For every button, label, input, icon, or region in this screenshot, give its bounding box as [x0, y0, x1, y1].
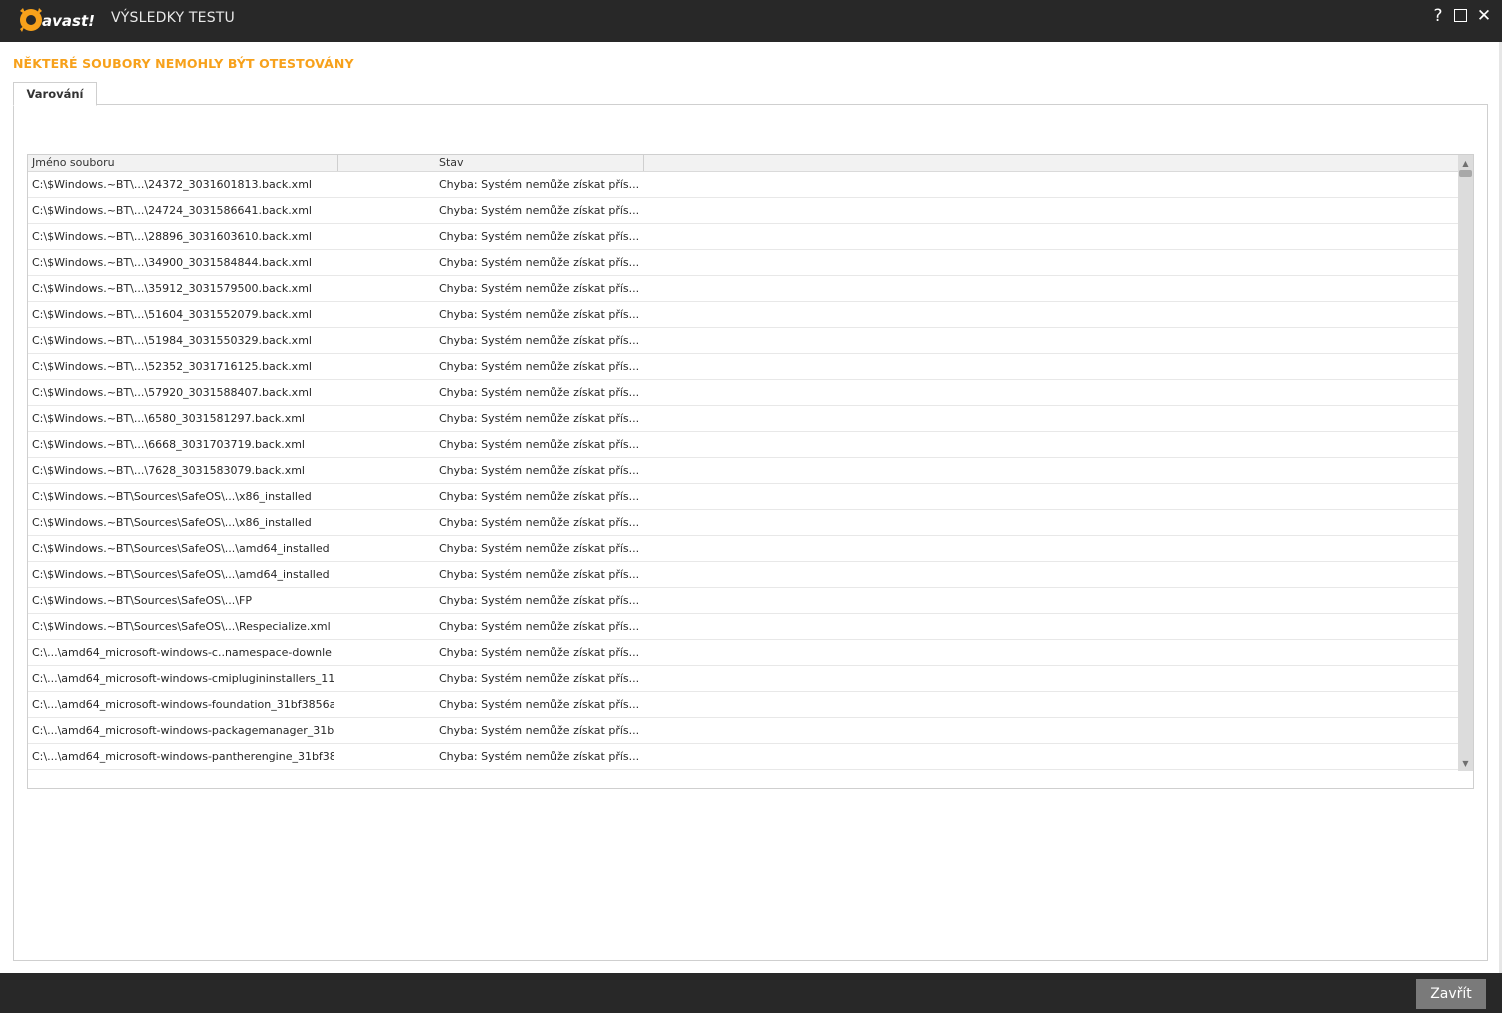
column-header-status[interactable]: Stav: [338, 155, 644, 171]
table-row[interactable]: C:\$Windows.~BT\...\34900_3031584844.bac…: [28, 250, 1458, 276]
cell-status: Chyba: Systém nemůže získat přís...: [439, 308, 639, 321]
cell-filename: C:\...\amd64_microsoft-windows-cmiplugin…: [32, 672, 334, 685]
cell-status: Chyba: Systém nemůže získat přís...: [439, 750, 639, 763]
cell-status: Chyba: Systém nemůže získat přís...: [439, 360, 639, 373]
table-row[interactable]: C:\$Windows.~BT\...\35912_3031579500.bac…: [28, 276, 1458, 302]
avast-logo: avast!: [20, 8, 95, 32]
cell-filename: C:\$Windows.~BT\...\34900_3031584844.bac…: [32, 256, 312, 269]
table-row[interactable]: C:\$Windows.~BT\...\52352_3031716125.bac…: [28, 354, 1458, 380]
results-window: avast! VÝSLEDKY TESTU ? ✕ NĚKTERÉ SOUBOR…: [0, 0, 1502, 1013]
table-row[interactable]: C:\$Windows.~BT\Sources\SafeOS\...\amd64…: [28, 562, 1458, 588]
cell-filename: C:\...\amd64_microsoft-windows-packagema…: [32, 724, 334, 737]
table-row[interactable]: C:\...\amd64_microsoft-windows-pantheren…: [28, 744, 1458, 770]
title-bar[interactable]: avast! VÝSLEDKY TESTU ? ✕: [0, 0, 1502, 42]
cell-status: Chyba: Systém nemůže získat přís...: [439, 386, 639, 399]
window-title: VÝSLEDKY TESTU: [111, 10, 236, 26]
cell-filename: C:\...\amd64_microsoft-windows-c..namesp…: [32, 646, 332, 659]
cell-status: Chyba: Systém nemůže získat přís...: [439, 698, 639, 711]
list-header: Jméno souboru Stav: [28, 155, 1458, 172]
cell-filename: C:\$Windows.~BT\Sources\SafeOS\...\amd64…: [32, 568, 330, 581]
cell-filename: C:\$Windows.~BT\...\35912_3031579500.bac…: [32, 282, 312, 295]
cell-status: Chyba: Systém nemůže získat přís...: [439, 256, 639, 269]
brand-text: avast!: [42, 12, 95, 30]
cell-status: Chyba: Systém nemůže získat přís...: [439, 412, 639, 425]
cell-filename: C:\$Windows.~BT\...\57920_3031588407.bac…: [32, 386, 312, 399]
cell-status: Chyba: Systém nemůže získat přís...: [439, 594, 639, 607]
cell-filename: C:\$Windows.~BT\...\51604_3031552079.bac…: [32, 308, 312, 321]
table-row[interactable]: C:\$Windows.~BT\...\28896_3031603610.bac…: [28, 224, 1458, 250]
scroll-up-arrow-icon[interactable]: ▲: [1458, 157, 1473, 170]
help-icon[interactable]: ?: [1428, 5, 1448, 27]
list-rows: C:\$Windows.~BT\...\24372_3031601813.bac…: [28, 172, 1458, 770]
cell-status: Chyba: Systém nemůže získat přís...: [439, 724, 639, 737]
cell-status: Chyba: Systém nemůže získat přís...: [439, 464, 639, 477]
table-row[interactable]: C:\$Windows.~BT\Sources\SafeOS\...\amd64…: [28, 536, 1458, 562]
maximize-icon[interactable]: [1450, 5, 1470, 27]
cell-filename: C:\$Windows.~BT\...\51984_3031550329.bac…: [32, 334, 312, 347]
cell-filename: C:\$Windows.~BT\...\52352_3031716125.bac…: [32, 360, 312, 373]
cell-filename: C:\...\amd64_microsoft-windows-pantheren…: [32, 750, 334, 763]
column-header-filename[interactable]: Jméno souboru: [28, 155, 338, 171]
table-row[interactable]: C:\...\amd64_microsoft-windows-cmiplugin…: [28, 666, 1458, 692]
table-row[interactable]: C:\$Windows.~BT\...\51604_3031552079.bac…: [28, 302, 1458, 328]
cell-filename: C:\$Windows.~BT\...\24724_3031586641.bac…: [32, 204, 312, 217]
cell-status: Chyba: Systém nemůže získat přís...: [439, 672, 639, 685]
close-icon[interactable]: ✕: [1474, 5, 1494, 27]
table-row[interactable]: C:\$Windows.~BT\Sources\SafeOS\...\x86_i…: [28, 510, 1458, 536]
page-title: NĚKTERÉ SOUBORY NEMOHLY BÝT OTESTOVÁNY: [13, 56, 354, 71]
cell-status: Chyba: Systém nemůže získat přís...: [439, 490, 639, 503]
table-row[interactable]: C:\$Windows.~BT\...\6580_3031581297.back…: [28, 406, 1458, 432]
cell-status: Chyba: Systém nemůže získat přís...: [439, 568, 639, 581]
cell-filename: C:\$Windows.~BT\Sources\SafeOS\...\x86_i…: [32, 516, 312, 529]
cell-filename: C:\$Windows.~BT\...\7628_3031583079.back…: [32, 464, 305, 477]
table-row[interactable]: C:\$Windows.~BT\...\6668_3031703719.back…: [28, 432, 1458, 458]
table-row[interactable]: C:\$Windows.~BT\...\57920_3031588407.bac…: [28, 380, 1458, 406]
vertical-scrollbar[interactable]: ▲ ▼: [1458, 155, 1473, 771]
cell-filename: C:\$Windows.~BT\Sources\SafeOS\...\Respe…: [32, 620, 331, 633]
footer-bar: Zavřít: [0, 973, 1502, 1013]
table-row[interactable]: C:\$Windows.~BT\...\7628_3031583079.back…: [28, 458, 1458, 484]
cell-status: Chyba: Systém nemůže získat přís...: [439, 230, 639, 243]
cell-filename: C:\...\amd64_microsoft-windows-foundatio…: [32, 698, 334, 711]
tab-warnings[interactable]: Varování: [13, 82, 97, 106]
cell-status: Chyba: Systém nemůže získat přís...: [439, 334, 639, 347]
table-row[interactable]: C:\$Windows.~BT\...\24724_3031586641.bac…: [28, 198, 1458, 224]
cell-status: Chyba: Systém nemůže získat přís...: [439, 620, 639, 633]
cell-filename: C:\$Windows.~BT\Sources\SafeOS\...\FP: [32, 594, 252, 607]
close-button[interactable]: Zavřít: [1416, 979, 1486, 1009]
cell-filename: C:\$Windows.~BT\...\6580_3031581297.back…: [32, 412, 305, 425]
results-list[interactable]: Jméno souboru Stav C:\$Windows.~BT\...\2…: [27, 154, 1474, 789]
table-row[interactable]: C:\$Windows.~BT\...\24372_3031601813.bac…: [28, 172, 1458, 198]
table-row[interactable]: C:\$Windows.~BT\Sources\SafeOS\...\x86_i…: [28, 484, 1458, 510]
cell-status: Chyba: Systém nemůže získat přís...: [439, 542, 639, 555]
cell-filename: C:\$Windows.~BT\...\24372_3031601813.bac…: [32, 178, 312, 191]
table-row[interactable]: C:\$Windows.~BT\...\51984_3031550329.bac…: [28, 328, 1458, 354]
cell-filename: C:\$Windows.~BT\...\28896_3031603610.bac…: [32, 230, 312, 243]
cell-status: Chyba: Systém nemůže získat přís...: [439, 282, 639, 295]
table-row[interactable]: C:\...\amd64_microsoft-windows-packagema…: [28, 718, 1458, 744]
table-row[interactable]: C:\$Windows.~BT\Sources\SafeOS\...\FP Chy…: [28, 588, 1458, 614]
cell-status: Chyba: Systém nemůže získat přís...: [439, 178, 639, 191]
table-row[interactable]: C:\...\amd64_microsoft-windows-c..namesp…: [28, 640, 1458, 666]
cell-filename: C:\$Windows.~BT\Sources\SafeOS\...\x86_i…: [32, 490, 312, 503]
scroll-thumb[interactable]: [1459, 170, 1472, 177]
cell-filename: C:\$Windows.~BT\...\6668_3031703719.back…: [32, 438, 305, 451]
scroll-down-arrow-icon[interactable]: ▼: [1458, 757, 1473, 770]
cell-filename: C:\$Windows.~BT\Sources\SafeOS\...\amd64…: [32, 542, 330, 555]
table-row[interactable]: C:\...\amd64_microsoft-windows-foundatio…: [28, 692, 1458, 718]
cell-status: Chyba: Systém nemůže získat přís...: [439, 516, 639, 529]
table-row[interactable]: C:\$Windows.~BT\Sources\SafeOS\...\Respe…: [28, 614, 1458, 640]
cell-status: Chyba: Systém nemůže získat přís...: [439, 438, 639, 451]
cell-status: Chyba: Systém nemůže získat přís...: [439, 204, 639, 217]
cell-status: Chyba: Systém nemůže získat přís...: [439, 646, 639, 659]
